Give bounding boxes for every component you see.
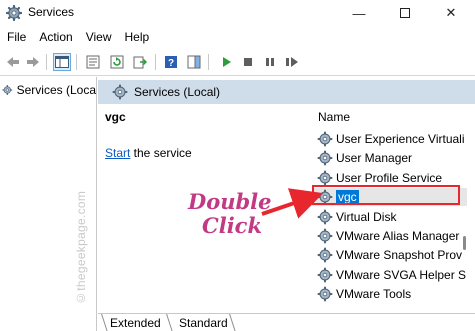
help-button[interactable]: ? (162, 53, 180, 71)
services-panel-header: Services (Local) (98, 80, 475, 104)
refresh-button[interactable] (108, 53, 126, 71)
services-gear-icon (6, 5, 22, 21)
title-bar: Services — ✕ (0, 0, 475, 26)
service-gear-icon (317, 267, 333, 283)
service-row[interactable]: User Experience Virtuali (312, 130, 467, 148)
service-name: VMware Alias Manager (336, 229, 460, 243)
action-pane-icon (187, 55, 201, 69)
export-list-button[interactable] (131, 53, 149, 71)
back-button[interactable] (4, 53, 22, 71)
service-name: vgc (336, 190, 359, 205)
view-tabs: Extended Standard (98, 313, 475, 331)
stop-service-icon (244, 58, 252, 66)
services-gear-icon (112, 84, 128, 100)
service-name: VMware Tools (336, 287, 412, 302)
annotation-line-2: Click (202, 213, 263, 238)
toolbar-separator (155, 54, 156, 70)
scrollbar-thumb[interactable] (463, 236, 466, 250)
start-service-link[interactable]: Start (105, 146, 130, 160)
service-row[interactable]: VMware Alias Manager (312, 227, 467, 245)
service-action: Start the service (105, 146, 192, 160)
service-row[interactable]: VMware Tools (312, 285, 467, 303)
svg-text:?: ? (168, 58, 174, 69)
restart-service-icon (286, 57, 298, 67)
menu-help[interactable]: Help (118, 30, 150, 44)
service-gear-icon (317, 228, 333, 244)
properties-icon (86, 55, 100, 69)
service-name: User Experience Virtuali (336, 132, 465, 146)
annotation-line-1: Double (188, 189, 272, 214)
stop-service-button[interactable] (239, 53, 257, 71)
service-gear-icon (317, 170, 333, 186)
tab-extended[interactable]: Extended (98, 314, 168, 331)
service-gear-icon (317, 247, 333, 263)
service-row[interactable]: User Manager (312, 149, 467, 167)
maximize-button[interactable] (382, 0, 428, 26)
start-service-button[interactable] (217, 53, 235, 71)
toolbar-separator (76, 54, 77, 70)
service-name: VMware SVGA Helper S (336, 267, 467, 282)
refresh-icon (110, 55, 124, 69)
service-gear-icon (317, 150, 333, 166)
services-panel-title: Services (Local) (134, 85, 221, 99)
service-gear-icon (317, 286, 333, 302)
start-service-icon (223, 57, 231, 67)
services-list: Name User Experience Virtuali User Manage… (312, 104, 475, 314)
service-row[interactable]: User Profile Service (312, 169, 467, 187)
service-row[interactable]: VMware SVGA Helper S (312, 266, 467, 284)
export-list-icon (133, 56, 147, 69)
maximize-icon (400, 8, 410, 18)
menu-bar: File Action View Help (0, 27, 475, 47)
minimize-button[interactable]: — (336, 0, 382, 26)
back-arrow-icon (7, 57, 19, 67)
service-name: VMware Snapshot Prov (336, 248, 463, 263)
help-icon: ? (165, 56, 177, 69)
window-title: Services (28, 5, 75, 19)
column-header-name[interactable]: Name (318, 110, 350, 124)
service-name: Virtual Disk (336, 209, 397, 224)
double-click-annotation: Double Click (188, 190, 272, 238)
services-gear-icon (2, 85, 13, 95)
selected-service-name: vgc (105, 110, 126, 124)
service-row[interactable]: VMware Snapshot Prov (312, 246, 467, 264)
close-icon: ✕ (445, 5, 457, 20)
action-pane-button[interactable] (185, 53, 203, 71)
service-gear-icon (317, 209, 333, 225)
toolbar-separator (46, 54, 47, 70)
service-row[interactable]: Virtual Disk (312, 208, 467, 226)
show-hide-console-tree-icon (55, 56, 69, 68)
toolbar-separator (208, 54, 209, 70)
pause-service-icon (266, 58, 274, 66)
restart-service-button[interactable] (283, 53, 301, 71)
menu-action[interactable]: Action (32, 30, 72, 44)
service-name: User Profile Service (336, 170, 443, 185)
tab-standard[interactable]: Standard (167, 314, 229, 331)
watermark: ©thegeekpage.com (74, 190, 88, 305)
tree-item-services-local[interactable]: Services (Loca (2, 81, 96, 99)
pause-service-button[interactable] (261, 53, 279, 71)
show-hide-tree-button[interactable] (53, 53, 71, 71)
forward-button[interactable] (24, 53, 42, 71)
tab-edge (229, 314, 236, 331)
minimize-icon: — (352, 5, 366, 21)
properties-button[interactable] (84, 53, 102, 71)
menu-file[interactable]: File (0, 30, 26, 44)
forward-arrow-icon (27, 57, 39, 67)
toolbar: ? (0, 48, 475, 76)
service-gear-icon (317, 189, 333, 205)
service-action-text: the service (130, 146, 192, 160)
service-name: User Manager (336, 151, 413, 166)
menu-view[interactable]: View (79, 30, 112, 44)
tree-item-label: Services (Loca (16, 83, 96, 97)
close-button[interactable]: ✕ (428, 0, 474, 26)
service-gear-icon (317, 131, 333, 147)
service-row-selected[interactable]: vgc (312, 188, 467, 207)
